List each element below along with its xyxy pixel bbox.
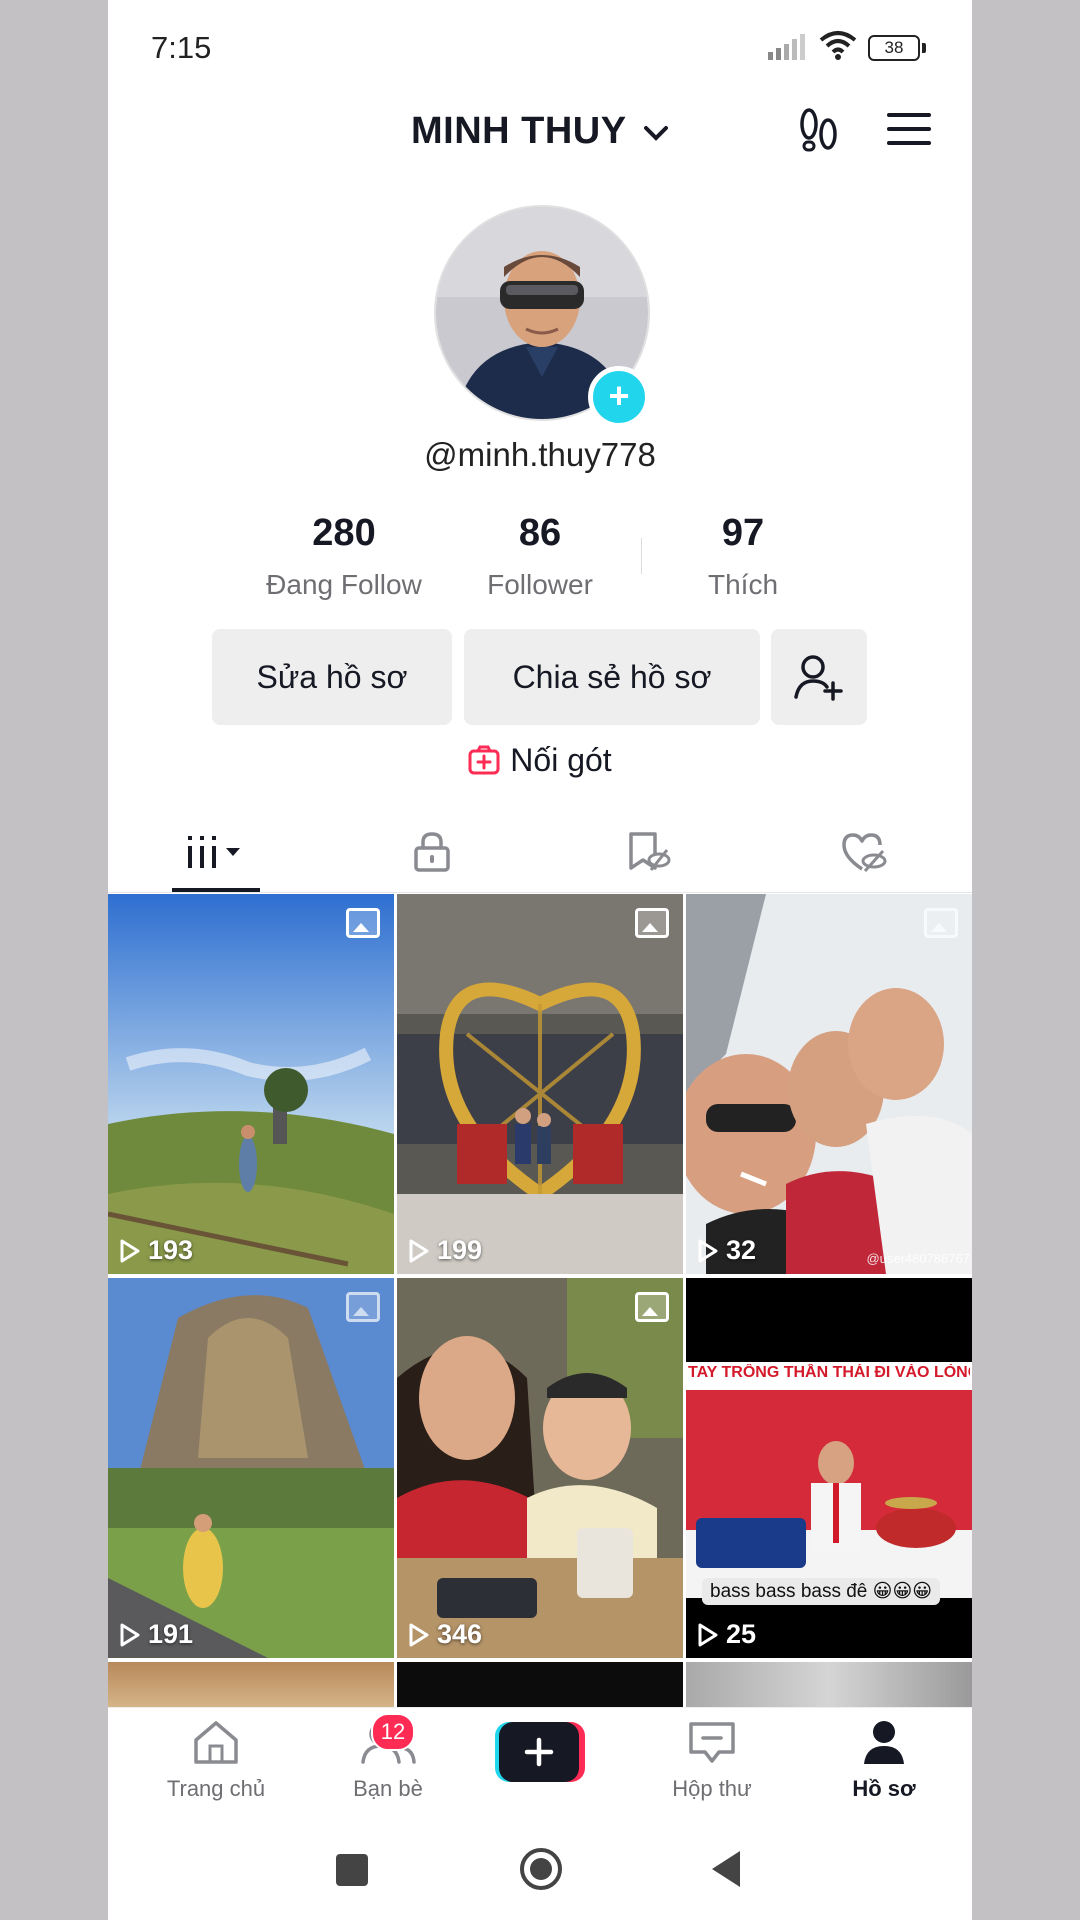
recents-button[interactable]: [336, 1854, 368, 1886]
account-switcher[interactable]: MINH THUY: [108, 110, 972, 153]
nav-home-label: Trang chủ: [166, 1776, 266, 1801]
footprint-icon[interactable]: [796, 106, 842, 154]
view-count-value: 32: [726, 1235, 757, 1265]
following-count: 280: [312, 512, 376, 554]
grid-item[interactable]: 32 @user480788767: [686, 894, 972, 1274]
view-count: 191: [120, 1619, 193, 1650]
create-button[interactable]: [495, 1722, 585, 1782]
watermark: @user480788767: [866, 1251, 970, 1266]
content-tabs: [108, 812, 972, 893]
inbox-icon: [689, 1722, 735, 1763]
grid-item[interactable]: 191: [108, 1278, 394, 1658]
nav-inbox[interactable]: Hộp thư: [626, 1718, 798, 1802]
followers-count: 86: [518, 512, 562, 554]
share-profile-button[interactable]: Chia sẻ hồ sơ: [464, 629, 760, 725]
play-icon: [409, 1239, 429, 1262]
view-count: 193: [120, 1235, 193, 1266]
add-friend-button[interactable]: [771, 629, 867, 725]
view-count: 346: [409, 1619, 482, 1650]
stat-following[interactable]: 280 Đang Follow: [244, 512, 444, 601]
nav-friends-label: Bạn bè: [353, 1776, 423, 1801]
grid-item[interactable]: [397, 1662, 683, 1712]
home-icon: [194, 1721, 238, 1764]
photo-icon: [346, 1292, 380, 1322]
home-button[interactable]: [518, 1846, 564, 1892]
nav-profile[interactable]: Hồ sơ: [798, 1718, 970, 1802]
stat-divider: [641, 538, 642, 574]
play-icon: [120, 1239, 140, 1262]
photo-icon: [346, 908, 380, 938]
heart-hidden-icon: [842, 833, 887, 873]
view-count: 199: [409, 1235, 482, 1266]
video-caption-bottom: bass bass bass đê 😀😀😀: [702, 1578, 941, 1605]
tab-liked[interactable]: [756, 812, 972, 892]
followers-label: Follower: [487, 569, 593, 600]
wifi-icon: [819, 31, 857, 60]
bookmark-hidden-icon: [629, 832, 671, 871]
photo-icon: [924, 908, 958, 938]
nav-profile-label: Hồ sơ: [852, 1776, 916, 1801]
view-count-value: 25: [726, 1619, 757, 1649]
menu-icon[interactable]: [887, 112, 931, 146]
nav-inbox-label: Hộp thư: [672, 1776, 752, 1801]
status-bar: 7:15 38: [108, 0, 972, 90]
view-count-value: 193: [148, 1235, 194, 1265]
back-button[interactable]: [708, 1849, 744, 1889]
view-count: 25: [698, 1619, 756, 1650]
add-user-icon: [794, 655, 843, 701]
username: @minh.thuy778: [424, 436, 656, 473]
grid-item[interactable]: 193: [108, 894, 394, 1274]
gift-plus-icon: [468, 745, 500, 775]
grid-item[interactable]: [686, 1662, 972, 1712]
tab-saved[interactable]: [540, 812, 756, 892]
play-icon: [409, 1623, 429, 1646]
status-time: 7:15: [151, 30, 212, 65]
tab-private[interactable]: [324, 812, 540, 892]
stat-followers[interactable]: 86 Follower: [440, 512, 640, 601]
chevron-down-icon: [643, 125, 668, 141]
view-count-value: 191: [148, 1619, 194, 1649]
tab-videos[interactable]: [108, 812, 324, 892]
photo-icon: [635, 908, 669, 938]
play-icon: [120, 1623, 140, 1646]
bottom-nav: Trang chủ Bạn bè 12 Hộp thư Hồ sơ: [108, 1707, 972, 1818]
view-count-value: 199: [437, 1235, 483, 1265]
video-caption-top: TAY TRỐNG THẦN THÁI ĐI VÀO LÒNG NGƯỜI: [688, 1364, 970, 1381]
edit-profile-button[interactable]: Sửa hồ sơ: [212, 629, 452, 725]
display-name: MINH THUY: [411, 110, 626, 152]
plus-icon: [495, 1722, 585, 1782]
grid-item[interactable]: [108, 1662, 394, 1712]
signal-icon: [768, 34, 805, 60]
likes-label: Thích: [707, 569, 779, 600]
grid-item[interactable]: TAY TRỐNG THẦN THÁI ĐI VÀO LÒNG NGƯỜI ba…: [686, 1278, 972, 1658]
tip-link[interactable]: Nối gót: [108, 742, 972, 779]
view-count-value: 346: [437, 1619, 483, 1649]
view-count: 32: [698, 1235, 756, 1266]
grid-item[interactable]: 346: [397, 1278, 683, 1658]
grid-item[interactable]: 199: [397, 894, 683, 1274]
profile-header: MINH THUY: [108, 96, 972, 166]
add-photo-button[interactable]: +: [588, 366, 650, 428]
nav-home[interactable]: Trang chủ: [130, 1718, 302, 1802]
notification-badge: 12: [371, 1713, 415, 1751]
photo-icon: [635, 1292, 669, 1322]
phone-screen: 7:15 38 MINH THUY + @minh.thuy778 280 Đa…: [108, 0, 972, 1920]
stat-likes[interactable]: 97 Thích: [643, 512, 843, 601]
system-nav-bar: [108, 1817, 972, 1920]
play-icon: [698, 1623, 718, 1646]
tab-indicator: [172, 888, 260, 892]
lock-icon: [414, 832, 450, 872]
likes-count: 97: [721, 512, 765, 554]
profile-icon: [864, 1721, 904, 1764]
grid-icon: [188, 836, 240, 868]
following-label: Đang Follow: [266, 569, 422, 600]
tip-label: Nối gót: [510, 742, 612, 778]
battery-icon: 38: [868, 35, 926, 61]
play-icon: [698, 1239, 718, 1262]
